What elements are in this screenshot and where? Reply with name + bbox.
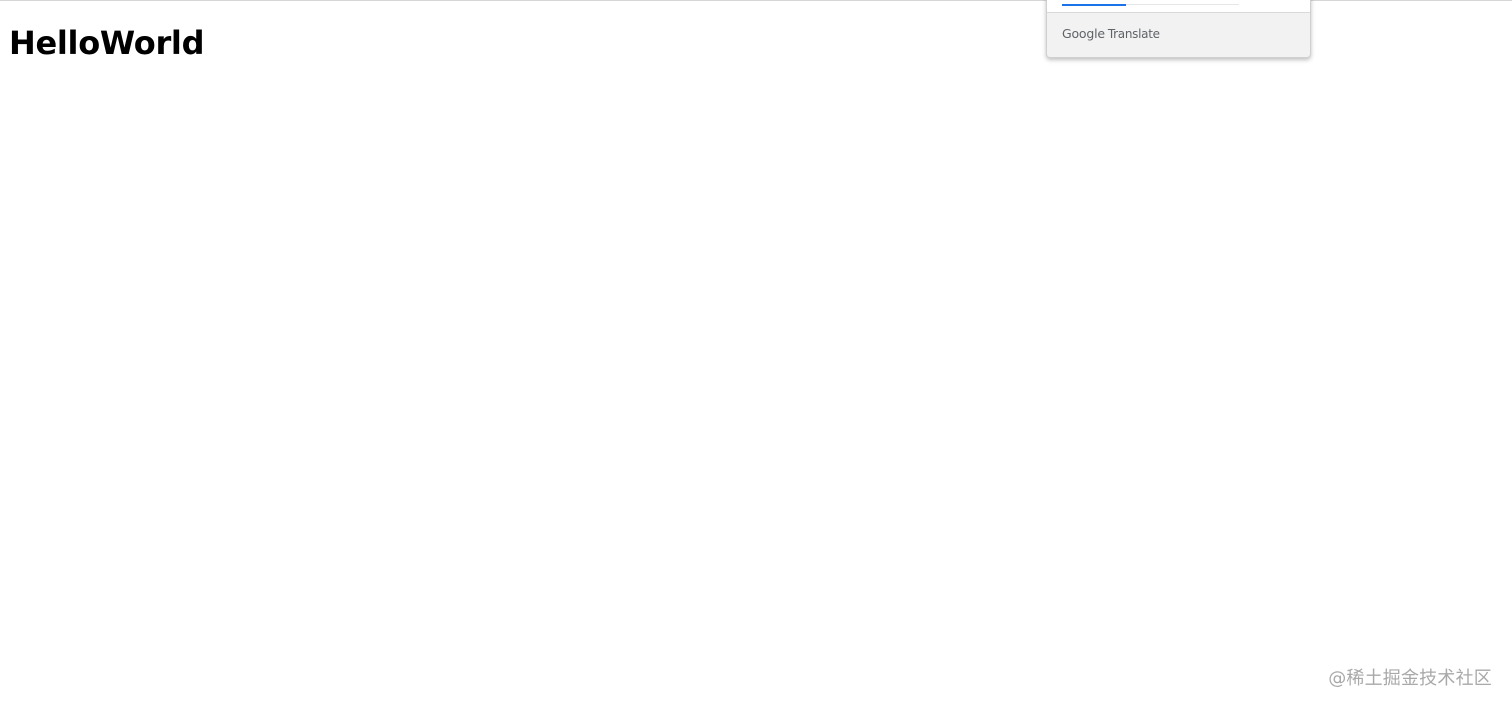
page-title: HelloWorld — [9, 24, 205, 62]
tab-translation-active[interactable] — [1062, 0, 1126, 6]
popup-tab-strip — [1047, 0, 1310, 13]
google-translate-popup[interactable]: Google Translate — [1046, 0, 1311, 58]
browser-page: HelloWorld Google Translate @稀土掘金技术社区 — [0, 0, 1512, 710]
google-logo-text: Google — [1062, 26, 1105, 41]
translate-label: Translate — [1107, 27, 1160, 41]
google-translate-branding: Google Translate — [1062, 26, 1160, 42]
tab-translation-secondary[interactable] — [1126, 0, 1239, 5]
site-watermark: @稀土掘金技术社区 — [1328, 668, 1492, 689]
